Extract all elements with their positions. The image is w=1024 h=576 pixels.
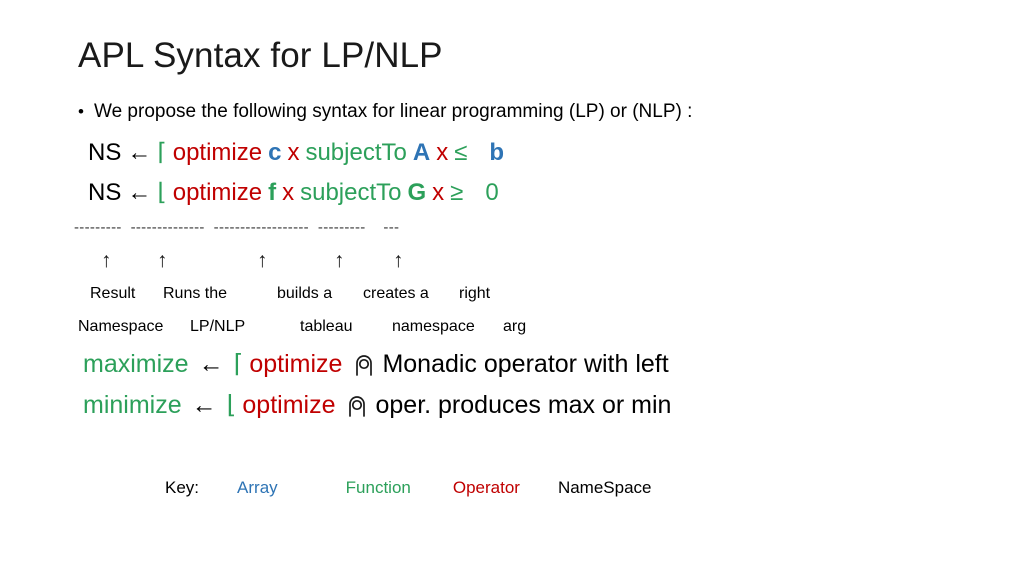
stmt1-relation: ≤ (454, 139, 468, 166)
ruler-dashes: --------- -------------- ---------------… (74, 219, 400, 236)
stmt2-function: subjectTo (300, 179, 402, 206)
stmt2-operator-glyph-icon: ⌊ (157, 179, 167, 206)
definition-row-maximize: maximize ← ⌈ optimize Monadic operator with… (83, 349, 669, 379)
legend-key: Key: Array Function Operator NameSpace (165, 478, 652, 498)
stmt1-operator: optimize (172, 139, 263, 166)
apl-statement-row-1: NS ← ⌈ optimize c x subjectTo Ax ≤ b (88, 138, 504, 167)
maximize-glyph-icon: ⌈ (233, 350, 244, 378)
stmt2-relation: ≥ (450, 179, 464, 206)
monadic-operator-icon-1 (352, 353, 376, 377)
minimize-name: minimize (83, 391, 182, 419)
up-arrow-icon-4: ↑ (334, 249, 345, 272)
annotation-1-bottom: Namespace (78, 318, 164, 335)
annotation-4-bottom: namespace (392, 318, 475, 335)
maximize-operator: optimize (249, 350, 343, 378)
minimize-operator: optimize (242, 391, 336, 419)
monadic-operator-icon-2 (345, 394, 369, 418)
bullet-line: • We propose the following syntax for lin… (78, 101, 692, 123)
page-title: APL Syntax for LP/NLP (78, 36, 443, 75)
annotation-5-top: right (459, 285, 491, 302)
stmt1-variable-1: x (287, 139, 300, 166)
annotation-4-top: creates a (363, 285, 429, 302)
legend-function: Function (345, 478, 411, 497)
legend-namespace: NameSpace (557, 478, 652, 497)
annotation-5-bottom: arg (503, 318, 527, 335)
stmt1-objective: c (268, 139, 282, 166)
stmt2-variable-2: x (432, 179, 445, 206)
definition-row-minimize: minimize ← ⌊ optimize oper. produces max or… (83, 390, 671, 420)
annotation-2-bottom: LP/NLP (190, 318, 246, 335)
stmt1-function: subjectTo (305, 139, 407, 166)
annotation-3-top: builds a (277, 285, 333, 302)
stmt1-variable-2: x (436, 139, 449, 166)
stmt2-variable-1: x (282, 179, 295, 206)
annotation-1-top: Result (90, 285, 136, 302)
annotation-3-bottom: tableau (300, 318, 353, 335)
bullet-marker-icon: • (78, 102, 84, 121)
stmt2-operator: optimize (172, 179, 263, 206)
stmt2-assign-arrow-icon: ← (127, 179, 152, 206)
stmt1-matrix: A (412, 139, 431, 166)
slide-canvas: APL Syntax for LP/NLP • We propose the fo… (0, 0, 1024, 576)
apl-statement-row-2: NS ← ⌊ optimize f x subjectTo Gx ≥0 (88, 178, 499, 207)
legend-operator: Operator (452, 478, 520, 497)
stmt2-rhs: 0 (485, 179, 499, 206)
up-arrow-icon-5: ↑ (393, 249, 404, 272)
stmt2-objective: f (268, 179, 277, 206)
stmt2-namespace: NS (88, 179, 122, 206)
legend-array: Array (237, 478, 278, 497)
annotation-2-top: Runs the (163, 285, 228, 302)
maximize-name: maximize (83, 350, 189, 378)
stmt1-operator-glyph-icon: ⌈ (157, 139, 167, 166)
stmt1-assign-arrow-icon: ← (127, 139, 152, 166)
maximize-assign-arrow-icon: ← (198, 350, 224, 378)
legend-label: Key: (165, 478, 200, 497)
minimize-glyph-icon: ⌊ (226, 391, 237, 419)
up-arrow-icon-2: ↑ (157, 249, 168, 272)
stmt2-matrix: G (407, 179, 427, 206)
maximize-description: Monadic operator with left (382, 350, 669, 378)
up-arrow-icon-3: ↑ (257, 249, 268, 272)
bullet-text: We propose the following syntax for line… (94, 101, 693, 122)
stmt1-rhs: b (489, 139, 505, 166)
minimize-description: oper. produces max or min (375, 391, 672, 419)
stmt1-namespace: NS (88, 139, 122, 166)
up-arrow-icon-1: ↑ (101, 249, 112, 272)
minimize-assign-arrow-icon: ← (191, 391, 217, 419)
